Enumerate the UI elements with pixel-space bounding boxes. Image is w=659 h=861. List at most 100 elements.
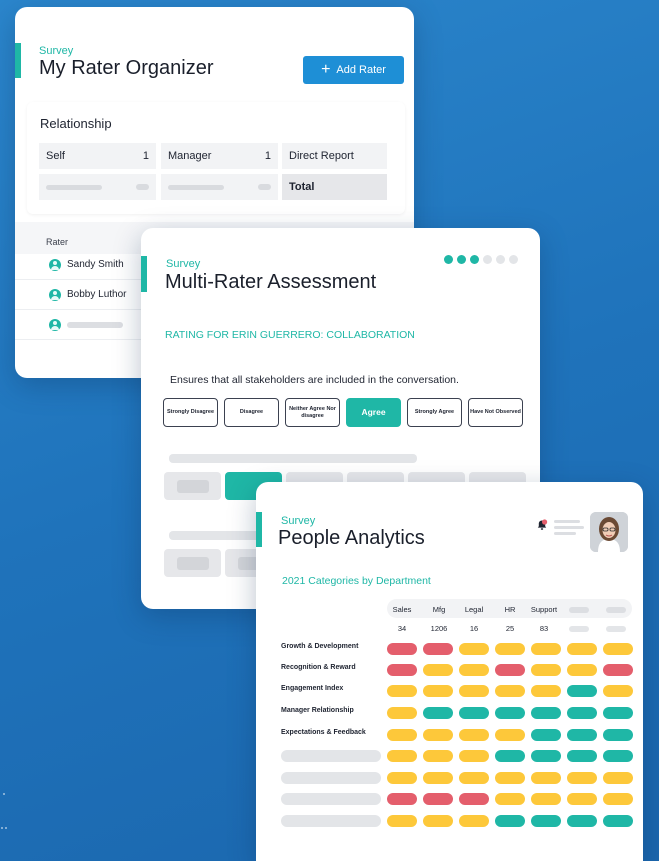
heatmap-cell[interactable]: [387, 685, 417, 697]
option-agree[interactable]: Agree: [346, 398, 401, 427]
heatmap-cell[interactable]: [531, 729, 561, 741]
heatmap-cell[interactable]: [567, 815, 597, 827]
heatmap-cell[interactable]: [459, 643, 489, 655]
heatmap-cell[interactable]: [567, 685, 597, 697]
heatmap-cell[interactable]: [459, 750, 489, 762]
rater-row[interactable]: Bobby Luthor: [15, 280, 145, 310]
card-kicker: Survey: [166, 258, 201, 270]
option-strongly-disagree[interactable]: Strongly Disagree: [163, 398, 218, 427]
heatmap-cell[interactable]: [567, 750, 597, 762]
heatmap-cell[interactable]: [459, 664, 489, 676]
category-placeholder: [281, 793, 381, 805]
progress-dot: [483, 255, 492, 264]
skeleton-line: [169, 531, 269, 540]
card-title: People Analytics: [278, 527, 425, 549]
heatmap-cell[interactable]: [531, 664, 561, 676]
progress-dots: [444, 255, 518, 264]
heatmap-cell[interactable]: [567, 707, 597, 719]
heatmap-cell[interactable]: [423, 707, 453, 719]
heatmap-cell[interactable]: [387, 793, 417, 805]
heatmap-cell[interactable]: [423, 815, 453, 827]
progress-dot: [509, 255, 518, 264]
bell-icon[interactable]: [536, 519, 548, 531]
heatmap-cell[interactable]: [423, 685, 453, 697]
heatmap-cell[interactable]: [459, 707, 489, 719]
heatmap-cell[interactable]: [531, 643, 561, 655]
heatmap-cell[interactable]: [495, 664, 525, 676]
heatmap-cell[interactable]: [423, 772, 453, 784]
skeleton-option: [164, 472, 221, 500]
heatmap-cell[interactable]: [423, 750, 453, 762]
relationship-manager[interactable]: Manager 1: [161, 143, 278, 169]
heatmap-cell[interactable]: [387, 643, 417, 655]
user-icon: [49, 288, 61, 301]
heatmap-cell[interactable]: [603, 772, 633, 784]
heatmap-cell[interactable]: [423, 729, 453, 741]
option-disagree[interactable]: Disagree: [224, 398, 279, 427]
profile-photo[interactable]: [590, 512, 628, 552]
accent-bar: [15, 43, 21, 78]
heatmap-cell[interactable]: [603, 685, 633, 697]
rater-row[interactable]: Sandy Smith: [15, 250, 145, 280]
heatmap-cell[interactable]: [495, 793, 525, 805]
department-count: 1206: [430, 624, 448, 633]
heatmap-cell[interactable]: [603, 664, 633, 676]
heatmap-cell[interactable]: [603, 793, 633, 805]
heatmap-cell[interactable]: [603, 815, 633, 827]
heatmap-cell[interactable]: [603, 707, 633, 719]
progress-dot: [457, 255, 466, 264]
add-rater-button[interactable]: + Add Rater: [303, 56, 404, 84]
category-label: Growth & Development: [281, 643, 359, 650]
heatmap-cell[interactable]: [531, 793, 561, 805]
heatmap-cell[interactable]: [459, 729, 489, 741]
rater-name: Bobby Luthor: [67, 289, 127, 300]
department-placeholder: [606, 607, 626, 613]
heatmap-cell[interactable]: [531, 772, 561, 784]
heatmap-cell[interactable]: [459, 815, 489, 827]
option-strongly-agree[interactable]: Strongly Agree: [407, 398, 462, 427]
relationship-self[interactable]: Self 1: [39, 143, 156, 169]
heatmap-cell[interactable]: [495, 815, 525, 827]
heatmap-cell[interactable]: [567, 643, 597, 655]
heatmap-cell[interactable]: [459, 793, 489, 805]
rater-row-placeholder[interactable]: [15, 310, 145, 340]
placeholder-dot: [136, 184, 149, 190]
category-placeholder: [281, 750, 381, 762]
heatmap-cell[interactable]: [495, 685, 525, 697]
heatmap-cell[interactable]: [495, 750, 525, 762]
option-not-observed[interactable]: Have Not Observed: [468, 398, 523, 427]
heatmap-cell[interactable]: [423, 643, 453, 655]
heatmap-cell[interactable]: [603, 729, 633, 741]
department-label: Legal: [464, 605, 484, 614]
user-menu-placeholder: [554, 520, 584, 538]
heatmap-cell[interactable]: [531, 815, 561, 827]
heatmap-cell[interactable]: [459, 772, 489, 784]
heatmap-cell[interactable]: [567, 729, 597, 741]
option-neither[interactable]: Neither Agree Nor disagree: [285, 398, 340, 427]
heatmap-cell[interactable]: [531, 707, 561, 719]
heatmap-cell[interactable]: [387, 729, 417, 741]
relationship-direct-report[interactable]: Direct Report: [282, 143, 387, 169]
heatmap-cell[interactable]: [387, 750, 417, 762]
heatmap-cell[interactable]: [423, 664, 453, 676]
relationship-placeholder: [161, 174, 278, 200]
heatmap-cell[interactable]: [567, 772, 597, 784]
heatmap-cell[interactable]: [531, 750, 561, 762]
heatmap-cell[interactable]: [459, 685, 489, 697]
heatmap-cell[interactable]: [531, 685, 561, 697]
heatmap-cell[interactable]: [495, 643, 525, 655]
category-label: Manager Relationship: [281, 707, 354, 714]
heatmap-cell[interactable]: [567, 664, 597, 676]
heatmap-cell[interactable]: [495, 772, 525, 784]
heatmap-cell[interactable]: [387, 772, 417, 784]
heatmap-cell[interactable]: [423, 793, 453, 805]
heatmap-cell[interactable]: [387, 707, 417, 719]
heatmap-cell[interactable]: [603, 643, 633, 655]
heatmap-cell[interactable]: [495, 707, 525, 719]
heatmap-cell[interactable]: [603, 750, 633, 762]
heatmap-cell[interactable]: [387, 815, 417, 827]
heatmap-cell[interactable]: [495, 729, 525, 741]
heatmap-cell[interactable]: [567, 793, 597, 805]
heatmap-cell[interactable]: [387, 664, 417, 676]
count-placeholder: [569, 626, 589, 632]
